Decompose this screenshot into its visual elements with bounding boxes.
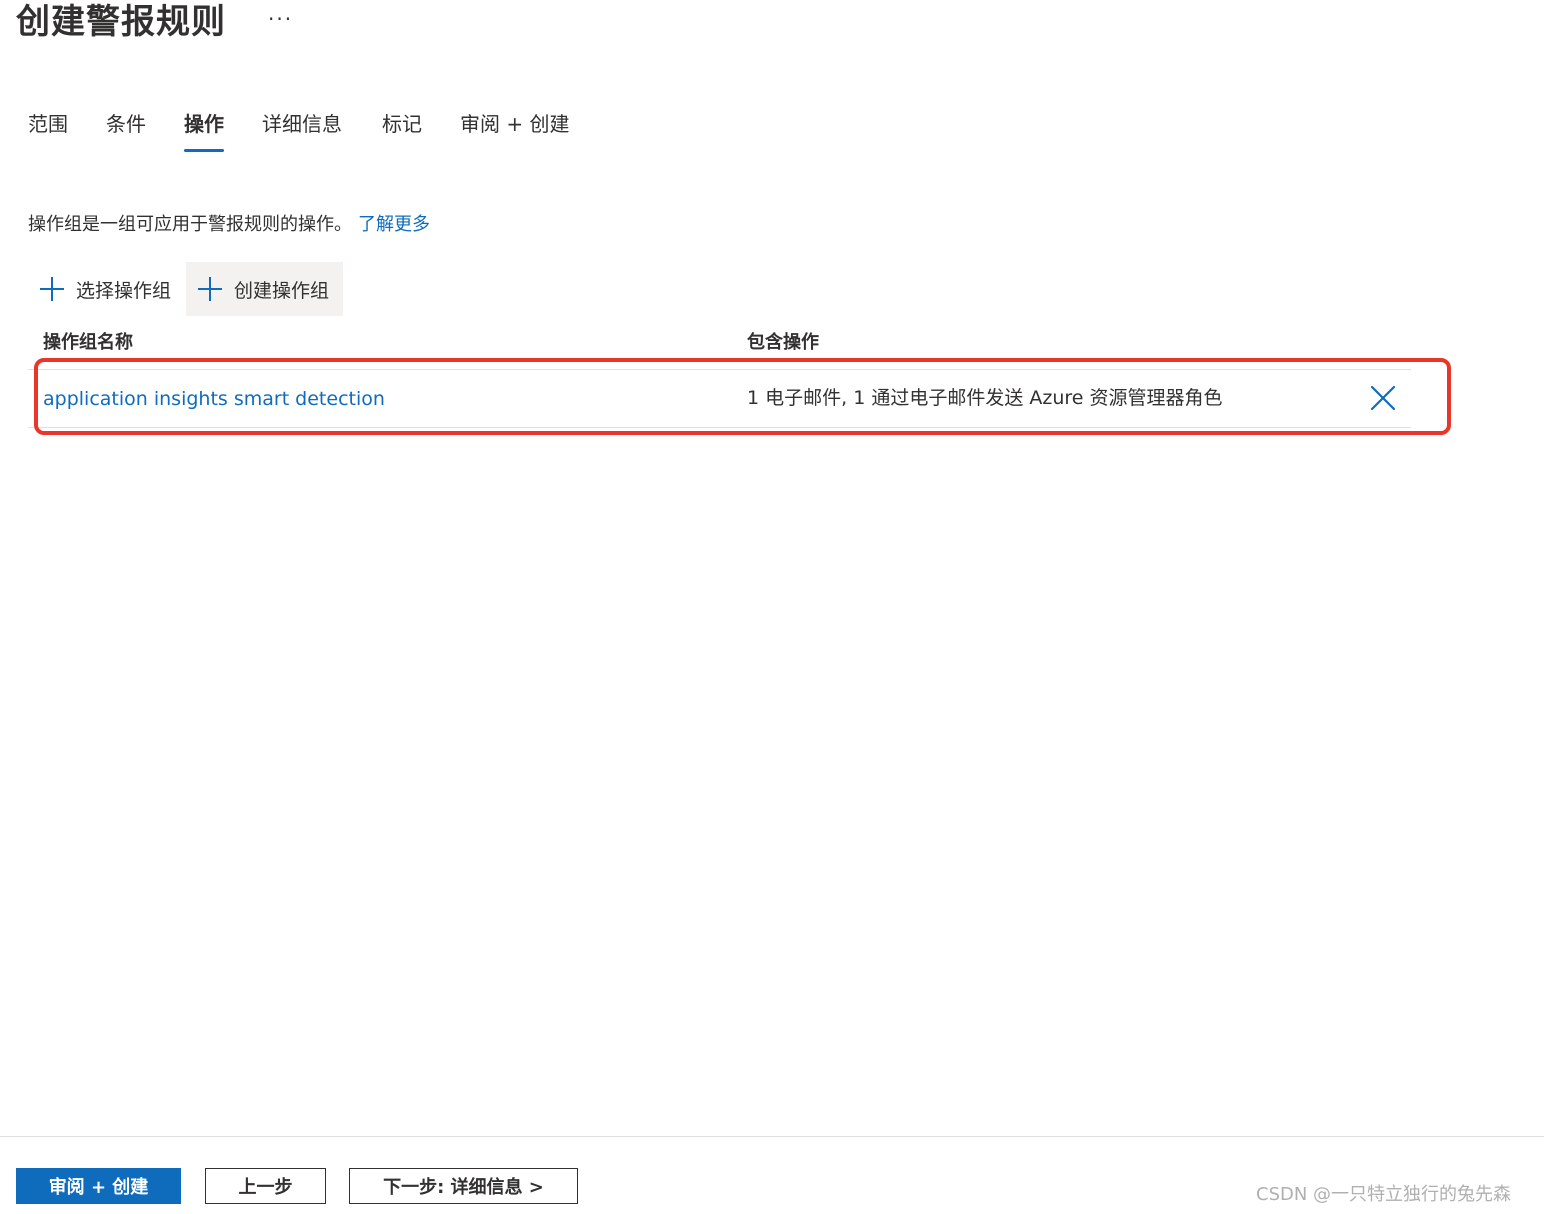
plus-icon: [40, 277, 64, 301]
more-options-button[interactable]: ···: [268, 4, 293, 34]
description: 操作组是一组可应用于警报规则的操作。 了解更多: [28, 210, 430, 240]
tab-actions[interactable]: 操作: [184, 104, 224, 152]
select-action-group-button[interactable]: 选择操作组: [28, 262, 183, 316]
tab-condition[interactable]: 条件: [106, 104, 146, 152]
tab-tags[interactable]: 标记: [382, 104, 422, 152]
create-action-group-label: 创建操作组: [234, 279, 330, 302]
watermark: CSDN @一只特立独行的兔先森: [1256, 1184, 1512, 1205]
previous-button[interactable]: 上一步: [205, 1168, 326, 1204]
table-header-divider: [28, 369, 1411, 370]
description-text: 操作组是一组可应用于警报规则的操作。: [28, 214, 352, 235]
column-header-group-name: 操作组名称: [43, 332, 133, 353]
footer-divider: [0, 1136, 1544, 1137]
tab-review-create[interactable]: 审阅 + 创建: [460, 104, 569, 152]
page-title: 创建警报规则: [16, 2, 226, 42]
column-header-included-actions: 包含操作: [747, 332, 819, 353]
create-alert-rule-page: 创建警报规则 ··· 范围 条件 操作 详细信息 标记 审阅 + 创建 操作组是…: [0, 0, 1544, 1214]
review-create-button[interactable]: 审阅 + 创建: [16, 1168, 181, 1204]
action-group-name-link[interactable]: application insights smart detection: [43, 384, 385, 414]
plus-icon: [198, 277, 222, 301]
create-action-group-button[interactable]: 创建操作组: [186, 262, 343, 316]
select-action-group-label: 选择操作组: [76, 279, 172, 302]
learn-more-link[interactable]: 了解更多: [358, 214, 430, 235]
tab-details[interactable]: 详细信息: [262, 104, 342, 152]
included-actions-text: 1 电子邮件, 1 通过电子邮件发送 Azure 资源管理器角色: [747, 387, 1223, 409]
tab-scope[interactable]: 范围: [28, 104, 68, 152]
next-details-button[interactable]: 下一步: 详细信息 >: [349, 1168, 578, 1204]
close-icon[interactable]: [1369, 384, 1397, 412]
table-row-divider: [28, 427, 1411, 428]
